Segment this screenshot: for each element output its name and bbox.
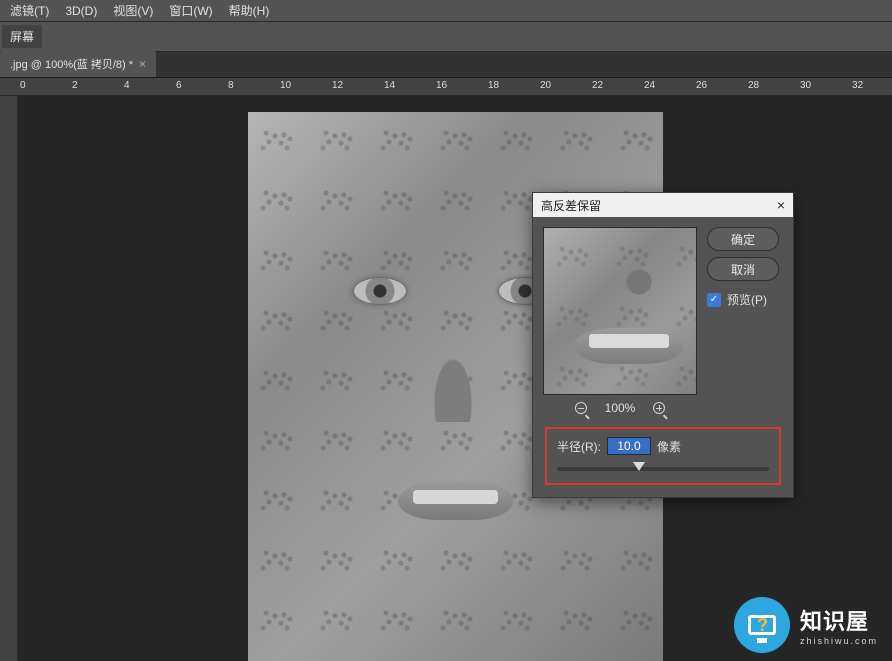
ruler-horizontal: 0 2 4 6 8 10 12 14 16 18 20 22 24 26 28 …	[0, 78, 892, 96]
watermark-name: 知识屋	[800, 604, 878, 636]
radius-label: 半径(R):	[557, 438, 601, 455]
ruler-tick: 18	[488, 80, 499, 91]
ruler-tick: 14	[384, 80, 395, 91]
document-tab-title: .jpg @ 100%(蓝 拷贝/8) *	[10, 56, 133, 72]
zoom-level-label: 100%	[605, 401, 636, 415]
ruler-tick: 16	[436, 80, 447, 91]
ruler-tick: 20	[540, 80, 551, 91]
image-content	[413, 490, 498, 504]
preview-checkbox[interactable]: ✓	[707, 293, 721, 307]
ruler-tick: 32	[852, 80, 863, 91]
options-bar: 屏幕	[0, 22, 892, 52]
zoom-out-icon[interactable]	[575, 402, 587, 414]
ruler-tick: 12	[332, 80, 343, 91]
ruler-tick: 8	[228, 80, 234, 91]
dialog-titlebar[interactable]: 高反差保留 ×	[533, 193, 793, 217]
preview-content	[604, 233, 674, 303]
preview-content	[589, 334, 669, 348]
ruler-tick: 24	[644, 80, 655, 91]
menu-3d[interactable]: 3D(D)	[57, 1, 105, 21]
document-tab-bar: .jpg @ 100%(蓝 拷贝/8) * ×	[0, 52, 892, 78]
menu-window[interactable]: 窗口(W)	[161, 0, 220, 22]
radius-unit-label: 像素	[657, 438, 681, 455]
menu-view[interactable]: 视图(V)	[105, 0, 161, 22]
ruler-tick: 0	[20, 80, 26, 91]
ruler-tick: 4	[124, 80, 130, 91]
watermark: 知识屋 zhishiwu.com	[734, 597, 878, 653]
radius-slider[interactable]	[557, 467, 769, 471]
dialog-close-button[interactable]: ×	[777, 197, 785, 213]
ok-button[interactable]: 确定	[707, 227, 779, 251]
image-content	[353, 277, 407, 305]
watermark-url: zhishiwu.com	[800, 636, 878, 646]
radius-section: 半径(R): 像素	[545, 427, 781, 485]
menu-bar: 滤镜(T) 3D(D) 视图(V) 窗口(W) 帮助(H)	[0, 0, 892, 22]
preview-checkbox-label: 预览(P)	[727, 291, 767, 308]
dialog-title-text: 高反差保留	[541, 197, 601, 214]
watermark-logo-icon	[734, 597, 790, 653]
document-tab[interactable]: .jpg @ 100%(蓝 拷贝/8) * ×	[0, 51, 156, 77]
ruler-vertical	[0, 96, 18, 661]
ruler-tick: 10	[280, 80, 291, 91]
cancel-button[interactable]: 取消	[707, 257, 779, 281]
menu-filter[interactable]: 滤镜(T)	[2, 0, 57, 22]
slider-thumb-icon[interactable]	[633, 462, 645, 471]
ruler-tick: 28	[748, 80, 759, 91]
ruler-tick: 6	[176, 80, 182, 91]
menu-help[interactable]: 帮助(H)	[221, 0, 278, 22]
ruler-tick: 22	[592, 80, 603, 91]
screen-mode-label[interactable]: 屏幕	[2, 25, 42, 48]
image-content	[423, 332, 483, 422]
tab-close-icon[interactable]: ×	[139, 57, 146, 71]
ruler-tick: 2	[72, 80, 78, 91]
ruler-tick: 26	[696, 80, 707, 91]
filter-preview[interactable]	[543, 227, 697, 395]
radius-input[interactable]	[607, 437, 651, 455]
ruler-tick: 30	[800, 80, 811, 91]
zoom-in-icon[interactable]	[653, 402, 665, 414]
high-pass-dialog: 高反差保留 × 100% 确定 取消 ✓ 预览(P)	[532, 192, 794, 498]
